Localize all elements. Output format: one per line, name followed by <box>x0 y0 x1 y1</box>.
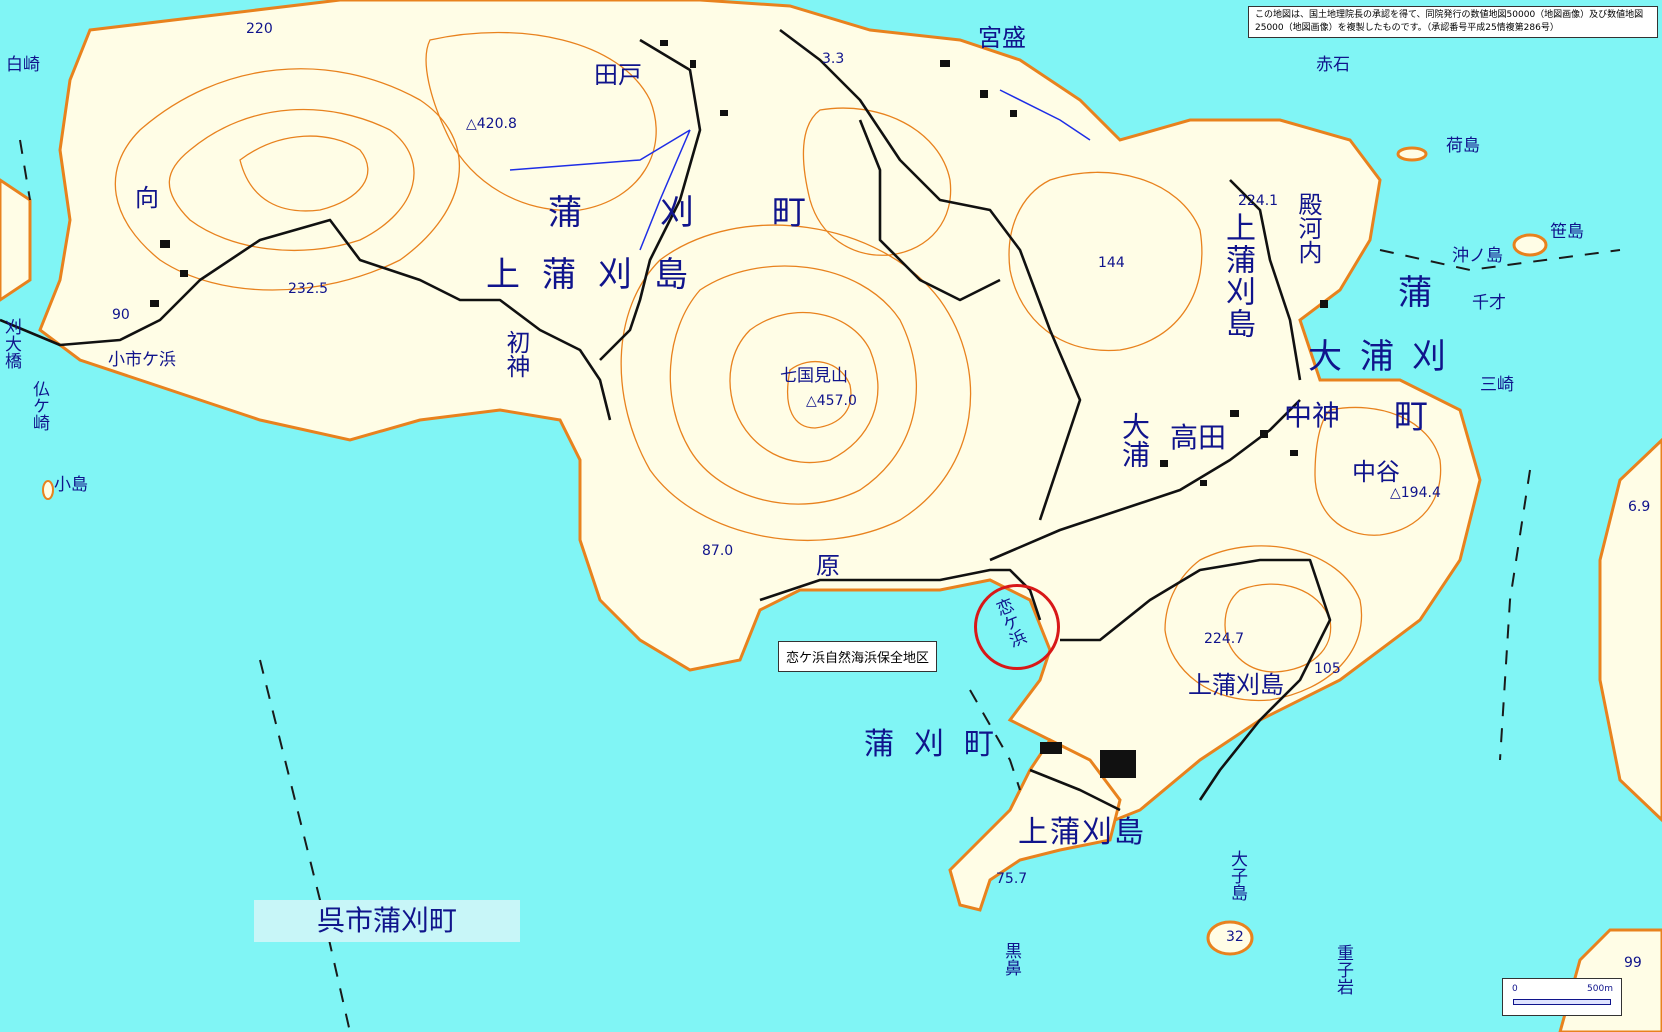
label-mukai: 向 <box>135 184 159 212</box>
islet-kojima <box>42 480 54 500</box>
label-kamikamagari-se: 上蒲刈島 <box>1188 671 1284 699</box>
label-tado: 田戸 <box>594 61 642 89</box>
label-bridge: 刈大橋 <box>1 318 21 369</box>
label-miyamori: 宮盛 <box>978 24 1026 52</box>
elev-99: 99 <box>1624 955 1642 971</box>
label-oura-kamagari: 大浦刈 <box>1308 337 1464 377</box>
elev-105: 105 <box>1314 661 1341 677</box>
label-nakagami: 中神 <box>1284 399 1341 432</box>
label-kamikamagari-main: 上蒲刈島 <box>486 255 710 295</box>
label-kamagari-cho-north: 蒲刈町 <box>548 193 884 233</box>
label-hatsugami: 初神 <box>502 330 530 378</box>
label-okojima: 大子島 <box>1227 850 1247 901</box>
elev-90: 90 <box>112 307 130 323</box>
elev-87: 87.0 <box>702 543 734 559</box>
elev-3-3: 3.3 <box>822 51 845 67</box>
label-tonogouchi: 殿河内 <box>1294 192 1322 264</box>
label-koichigahama: 小市ケ浜 <box>108 350 176 370</box>
elev-457: △457.0 <box>806 393 857 409</box>
map-title: 呉市蒲刈町 <box>254 900 520 942</box>
label-machi-east: 町 <box>1394 397 1430 437</box>
label-kurobana: 黒鼻 <box>1001 942 1021 976</box>
label-takata: 高田 <box>1170 421 1227 454</box>
scale-zero: 0 <box>1512 984 1518 994</box>
label-misaki: 三崎 <box>1480 375 1514 395</box>
label-nanakunimiyama: 七国見山 <box>780 366 848 386</box>
elev-6-9: 6.9 <box>1628 499 1651 515</box>
label-okinoshima: 沖ノ島 <box>1452 246 1503 266</box>
islet-nishima <box>1396 146 1428 162</box>
label-kamikamagari-south: 上蒲刈島 <box>1018 815 1146 850</box>
elev-144: 144 <box>1098 255 1125 271</box>
elev-224-7: 224.7 <box>1204 631 1245 647</box>
callout-label: 恋ケ浜自然海浜保全地区 <box>778 641 938 672</box>
scale-bar: 0 500m <box>1502 978 1622 1016</box>
label-hotokegasaki: 仏ケ崎 <box>29 380 49 431</box>
island-west <box>0 178 32 302</box>
label-kamagari-cho-south: 蒲刈町 <box>864 727 1014 762</box>
label-sasajima: 笹島 <box>1550 222 1584 242</box>
label-jushiiwa: 重子岩 <box>1333 944 1353 995</box>
elev-32: 32 <box>1226 929 1244 945</box>
elev-220: 220 <box>246 21 273 37</box>
label-shirosaki: 白崎 <box>6 55 40 75</box>
label-kojima: 小島 <box>54 475 88 495</box>
label-nishima: 荷島 <box>1446 136 1480 156</box>
elev-232: 232.5 <box>288 281 329 297</box>
map-canvas <box>0 0 1662 1032</box>
label-nakatani: 中谷 <box>1352 458 1400 486</box>
elev-420: △420.8 <box>466 116 517 132</box>
islet-sasajima <box>1512 233 1548 257</box>
label-oura: 大浦 <box>1118 412 1151 468</box>
label-kamikamagari-vertical: 上蒲刈島 <box>1220 212 1255 340</box>
copyright-notice: この地図は、国土地理院長の承認を得て、同院発行の数値地図50000（地図画像）及… <box>1248 6 1658 38</box>
elev-194: △194.4 <box>1390 485 1441 501</box>
elev-224-1: 224.1 <box>1238 193 1279 209</box>
label-akaishi: 赤石 <box>1316 55 1350 75</box>
label-senzai: 千才 <box>1472 293 1506 313</box>
label-hara: 原 <box>816 552 840 580</box>
scale-bar-graphic <box>1513 999 1611 1005</box>
elev-75: 75.7 <box>996 871 1028 887</box>
scale-max: 500m <box>1587 984 1613 994</box>
label-kamagari-east: 蒲 <box>1398 273 1434 313</box>
